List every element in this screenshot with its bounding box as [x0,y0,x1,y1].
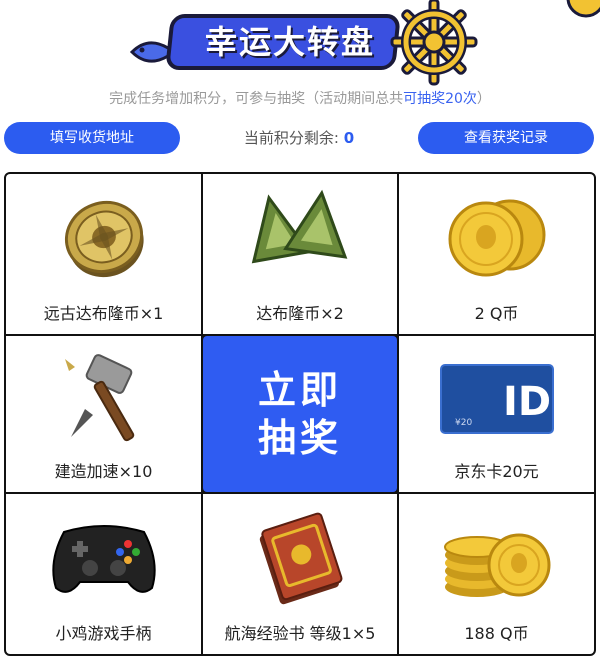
prize-label: 远古达布隆币×1 [43,304,164,323]
prize-label: 188 Q币 [464,624,529,643]
prize-label: 建造加速×10 [54,462,153,481]
svg-text:ID: ID [502,379,550,425]
ancient-coin-icon [64,201,144,278]
points-display: 当前积分剩余: 0 [180,122,418,154]
hammer-icon [64,354,134,442]
jd-card-icon: ID ¥20 [439,364,554,434]
coin-icon [566,0,600,18]
prize-188-qcoin: 188 Q币 [399,494,594,654]
prize-grid: 远古达布隆币×1 达布隆币×2 2 Q币 建造加速×10 立即抽奖 ID ¥20… [4,172,596,656]
prize-green-coins: 达布隆币×2 [203,174,397,334]
draw-button-label: 立即抽奖 [257,368,342,460]
prize-gamepad: 小鸡游戏手柄 [6,494,201,654]
task-description-suffix: ） [476,91,491,107]
draw-count-highlight: 可抽奖20次 [403,91,477,107]
address-button[interactable]: 填写收货地址 [4,122,180,154]
prize-label: 2 Q币 [474,304,519,323]
gamepad-icon [51,525,156,593]
records-button[interactable]: 查看获奖记录 [418,122,594,154]
task-description: 完成任务增加积分，可参与抽奖（活动期间总共可抽奖20次） [0,88,600,108]
header: 幸运大转盘 [0,0,600,86]
ship-wheel-icon [390,0,478,86]
book-icon [259,512,343,605]
prize-label: 小鸡游戏手柄 [55,624,152,643]
prize-exp-book: 航海经验书 等级1×5 [203,494,397,654]
jd-card-amount: ¥20 [455,418,472,428]
prize-label: 航海经验书 等级1×5 [224,624,376,643]
prize-jd-card: ID ¥20 京东卡20元 [399,336,594,492]
prize-label: 达布隆币×2 [256,304,344,323]
prize-build-speedup: 建造加速×10 [6,336,201,492]
prize-2-qcoin: 2 Q币 [399,174,594,334]
page-title: 幸运大转盘 [204,23,375,61]
task-description-text: 完成任务增加积分，可参与抽奖（活动期间总共 [109,91,404,107]
green-coins-icon [251,189,348,264]
prize-label: 京东卡20元 [454,462,539,481]
qcoin-stack-icon [443,533,550,597]
draw-button[interactable]: 立即抽奖 [203,336,397,492]
points-value: 0 [343,129,355,147]
qcoin-pair-icon [448,199,545,277]
points-label: 当前积分剩余: [243,129,339,147]
prize-ancient-coin: 远古达布隆币×1 [6,174,201,334]
